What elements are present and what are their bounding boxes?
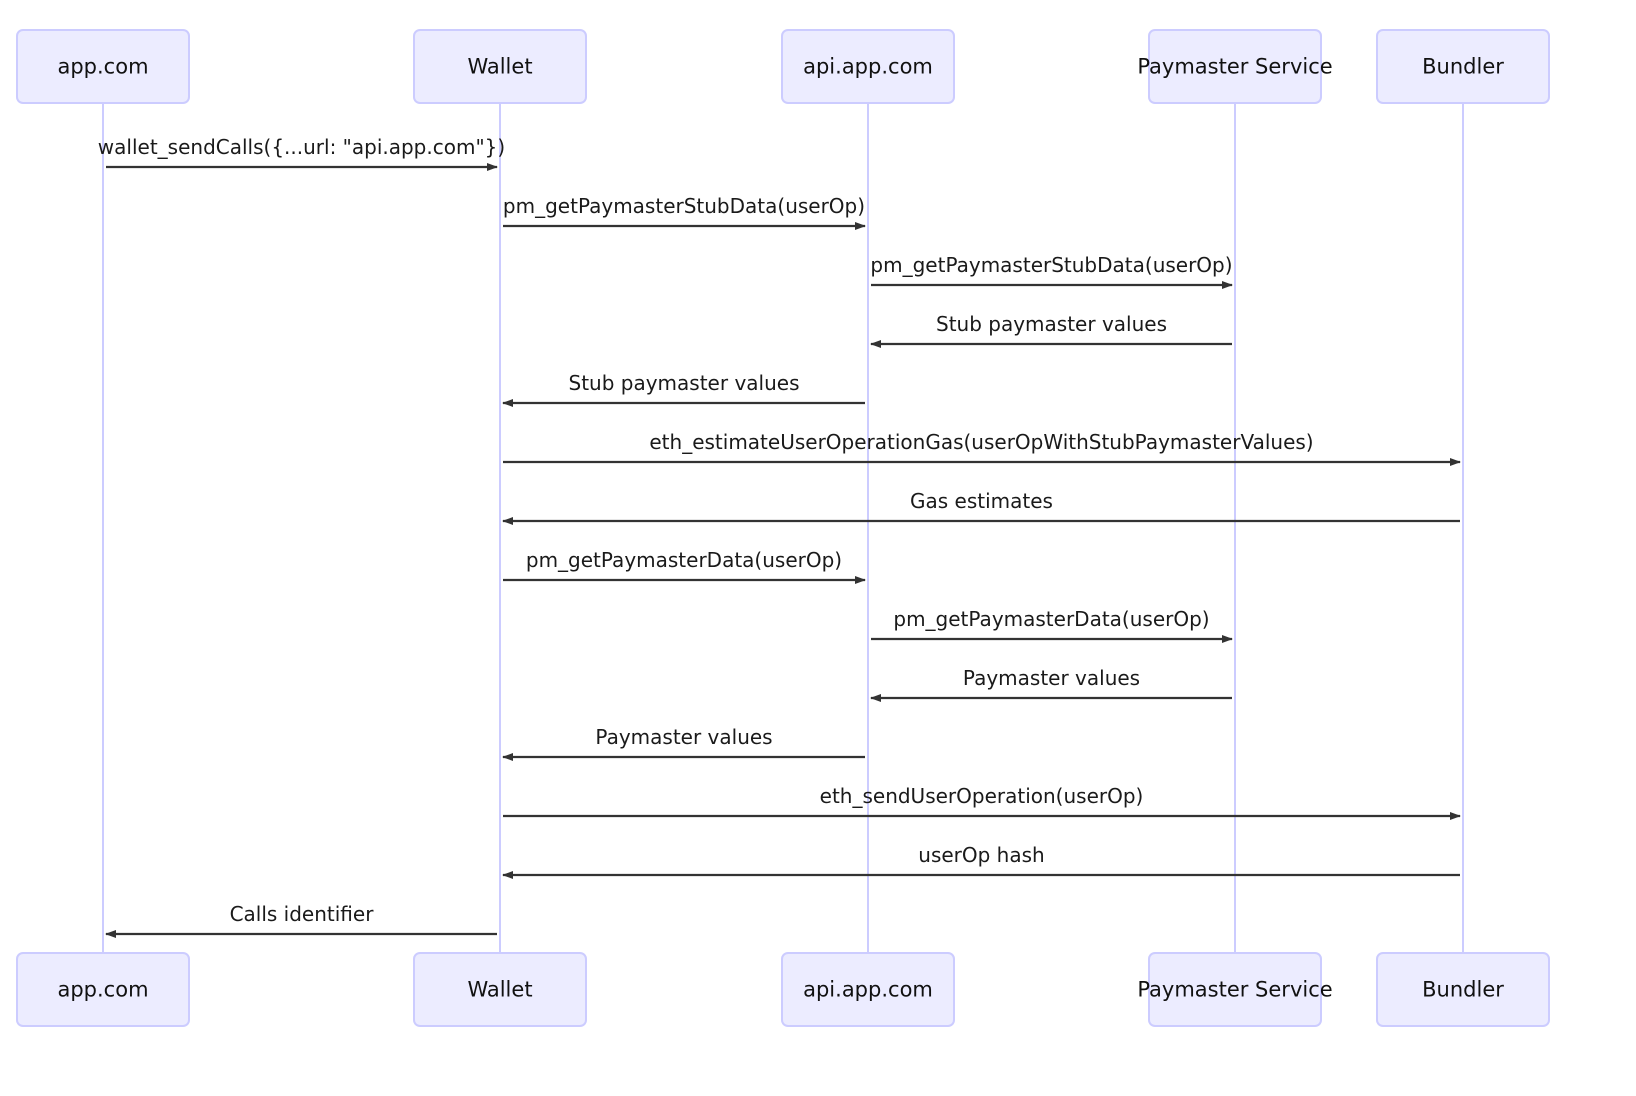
message-2-wallet-to-api[interactable]: pm_getPaymasterStubData(userOp) <box>503 194 866 230</box>
sequence-diagram-svg: wallet_sendCalls({...url: "api.app.com"}… <box>16 29 1550 1027</box>
message-14-wallet-to-app[interactable]: Calls identifier <box>105 902 497 938</box>
message-label-1: wallet_sendCalls({...url: "api.app.com"}… <box>98 135 505 159</box>
message-label-11: Paymaster values <box>595 725 772 749</box>
actor-label-app-top: app.com <box>57 55 148 79</box>
message-10-paymaster-to-api[interactable]: Paymaster values <box>870 666 1232 702</box>
message-label-12: eth_sendUserOperation(userOp) <box>820 784 1144 808</box>
actor-label-wallet-top: Wallet <box>467 55 532 79</box>
message-label-3: pm_getPaymasterStubData(userOp) <box>870 253 1232 277</box>
message-label-10: Paymaster values <box>963 666 1140 690</box>
message-label-7: Gas estimates <box>910 489 1053 513</box>
message-label-5: Stub paymaster values <box>569 371 800 395</box>
lifelines-group <box>102 103 1464 953</box>
messages-group: wallet_sendCalls({...url: "api.app.com"}… <box>98 135 1461 938</box>
actor-label-paymaster-top: Paymaster Service <box>1137 55 1332 79</box>
actor-label-app-bottom: app.com <box>57 978 148 1002</box>
actor-paymaster-bottom[interactable]: Paymaster Service <box>1137 952 1333 1027</box>
actor-api-top[interactable]: api.app.com <box>781 29 955 104</box>
actor-app-top[interactable]: app.com <box>16 29 190 104</box>
message-label-6: eth_estimateUserOperationGas(userOpWithS… <box>649 430 1313 454</box>
actor-bundler-bottom[interactable]: Bundler <box>1376 952 1550 1027</box>
actors-top-group: app.com Wallet api.app.com Paymaster Servic… <box>16 29 1550 104</box>
actor-label-paymaster-bottom: Paymaster Service <box>1137 978 1332 1002</box>
message-7-bundler-to-wallet[interactable]: Gas estimates <box>502 489 1460 525</box>
message-label-14: Calls identifier <box>230 902 375 926</box>
actor-label-api-bottom: api.app.com <box>803 978 933 1002</box>
actor-wallet-top[interactable]: Wallet <box>413 29 587 104</box>
message-8-wallet-to-api[interactable]: pm_getPaymasterData(userOp) <box>503 548 866 584</box>
message-label-8: pm_getPaymasterData(userOp) <box>526 548 842 572</box>
message-label-13: userOp hash <box>918 843 1044 867</box>
message-label-2: pm_getPaymasterStubData(userOp) <box>503 194 865 218</box>
message-4-paymaster-to-api[interactable]: Stub paymaster values <box>870 312 1232 348</box>
sequence-diagram-canvas: wallet_sendCalls({...url: "api.app.com"}… <box>0 0 1636 1096</box>
actor-label-bundler-bottom: Bundler <box>1422 978 1504 1002</box>
message-6-wallet-to-bundler[interactable]: eth_estimateUserOperationGas(userOpWithS… <box>503 430 1461 466</box>
message-3-api-to-paymaster[interactable]: pm_getPaymasterStubData(userOp) <box>870 253 1233 289</box>
message-label-9: pm_getPaymasterData(userOp) <box>893 607 1209 631</box>
actor-wallet-bottom[interactable]: Wallet <box>413 952 587 1027</box>
actor-label-wallet-bottom: Wallet <box>467 978 532 1002</box>
actor-api-bottom[interactable]: api.app.com <box>781 952 955 1027</box>
actors-bottom-group: app.com Wallet api.app.com Paymaster Servic… <box>16 952 1550 1027</box>
actor-app-bottom[interactable]: app.com <box>16 952 190 1027</box>
actor-label-bundler-top: Bundler <box>1422 55 1504 79</box>
actor-bundler-top[interactable]: Bundler <box>1376 29 1550 104</box>
actor-paymaster-top[interactable]: Paymaster Service <box>1137 29 1333 104</box>
message-label-4: Stub paymaster values <box>936 312 1167 336</box>
message-11-api-to-wallet[interactable]: Paymaster values <box>502 725 865 761</box>
message-12-wallet-to-bundler[interactable]: eth_sendUserOperation(userOp) <box>503 784 1461 820</box>
message-9-api-to-paymaster[interactable]: pm_getPaymasterData(userOp) <box>871 607 1233 643</box>
message-1-app-to-wallet[interactable]: wallet_sendCalls({...url: "api.app.com"}… <box>98 135 505 171</box>
message-13-bundler-to-wallet[interactable]: userOp hash <box>502 843 1460 879</box>
actor-label-api-top: api.app.com <box>803 55 933 79</box>
message-5-api-to-wallet[interactable]: Stub paymaster values <box>502 371 865 407</box>
